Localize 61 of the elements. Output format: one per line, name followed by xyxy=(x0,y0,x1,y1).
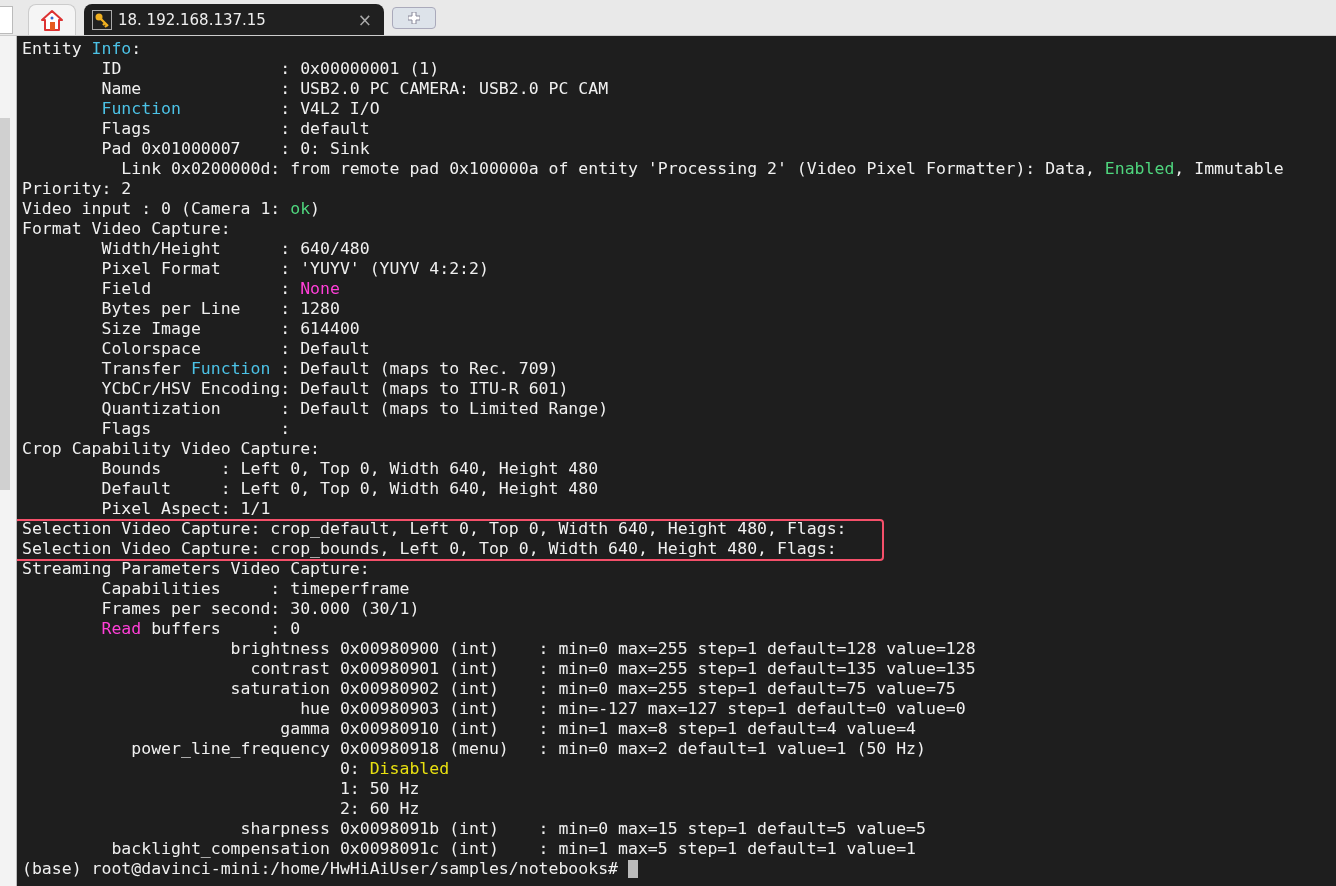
terminal-line: power_line_frequency 0x00980918 (menu) : min=0 max=2 default=1 value=1 (50 Hz) xyxy=(130,739,926,759)
terminal-line: Flags : xyxy=(100,419,291,439)
terminal-line: Transfer Function : Default (maps to Rec. 709) xyxy=(100,359,559,379)
close-icon[interactable]: × xyxy=(357,9,372,30)
scrollbar-thumb[interactable] xyxy=(0,118,10,490)
terminal-line: ID : 0x00000001 (1) xyxy=(100,59,440,79)
terminal-line: Priority: 2 xyxy=(22,179,132,199)
terminal-line: Name : USB2.0 PC CAMERA: USB2.0 PC CAM xyxy=(100,79,609,99)
terminal-line: Flags : default xyxy=(100,119,370,139)
key-icon xyxy=(92,9,112,30)
terminal-line: Field : None xyxy=(100,279,340,299)
text-field[interactable] xyxy=(0,6,13,34)
highlighted-word: Read xyxy=(101,619,142,638)
terminal-line: Function : V4L2 I/O xyxy=(100,99,380,119)
terminal-line: Link 0x0200000d: from remote pad 0x100000a of entity 'Processing 2' (Video Pixel Formatter): Data, Enabled, Immutable xyxy=(120,159,1284,179)
terminal-line: Pixel Format : 'YUYV' (YUYV 4:2:2) xyxy=(100,259,489,279)
cursor xyxy=(627,860,638,878)
terminal-line: Format Video Capture: xyxy=(22,219,231,239)
house-icon xyxy=(40,8,64,32)
terminal-line: Selection Video Capture: crop_default, Left 0, Top 0, Width 640, Height 480, Flags: xyxy=(22,519,847,539)
highlighted-word: ok xyxy=(290,199,311,218)
terminal-line: hue 0x00980903 (int) : min=-127 max=127 step=1 default=0 value=0 xyxy=(299,699,966,719)
new-tab-button[interactable] xyxy=(392,7,436,29)
highlighted-word: None xyxy=(300,279,340,298)
terminal-line: Bytes per Line : 1280 xyxy=(100,299,340,319)
terminal-line: Pixel Aspect: 1/1 xyxy=(100,499,271,519)
terminal-line: Crop Capability Video Capture: xyxy=(22,439,320,459)
highlighted-word: Function xyxy=(190,359,271,378)
tab-title: 18. 192.168.137.15 xyxy=(118,10,267,29)
plus-icon xyxy=(408,12,420,24)
terminal-line: contrast 0x00980901 (int) : min=0 max=255 step=1 default=135 value=135 xyxy=(249,659,976,679)
terminal-line: sharpness 0x0098091b (int) : min=0 max=15 step=1 default=5 value=5 xyxy=(239,819,926,839)
terminal-line: backlight_compensation 0x0098091c (int) : min=1 max=5 step=1 default=1 value=1 xyxy=(110,839,917,859)
terminal-line: saturation 0x00980902 (int) : min=0 max=255 step=1 default=75 value=75 xyxy=(229,679,956,699)
highlighted-word: Enabled xyxy=(1104,159,1175,178)
terminal-line: Read buffers : 0 xyxy=(100,619,301,639)
terminal-line: Size Image : 614400 xyxy=(100,319,360,339)
terminal-line: Video input : 0 (Camera 1: ok) xyxy=(22,199,321,219)
terminal-line: 2: 60 Hz xyxy=(338,799,420,819)
terminal-line: 1: 50 Hz xyxy=(338,779,420,799)
terminal-line: 0: Disabled xyxy=(338,759,450,779)
terminal-line: Quantization : Default (maps to Limited Range) xyxy=(100,399,609,419)
session-tab[interactable]: 18. 192.168.137.15 × xyxy=(84,4,384,35)
terminal-line: Streaming Parameters Video Capture: xyxy=(22,559,370,579)
terminal-line: Pad 0x01000007 : 0: Sink xyxy=(100,139,370,159)
highlighted-word: Info xyxy=(91,39,132,58)
terminal-line: Width/Height : 640/480 xyxy=(100,239,370,259)
shell-prompt: (base) root@davinci-mini:/home/HwHiAiUser/samples/notebooks# xyxy=(22,859,620,878)
terminal-line: Frames per second: 30.000 (30/1) xyxy=(100,599,420,619)
highlighted-word: Function xyxy=(101,99,181,118)
terminal-line: YCbCr/HSV Encoding: Default (maps to ITU-R 601) xyxy=(100,379,569,399)
terminal-line: Entity Info: xyxy=(22,39,142,59)
highlighted-word: Disabled xyxy=(369,759,450,778)
home-tab[interactable] xyxy=(28,4,76,35)
terminal-line: gamma 0x00980910 (int) : min=1 max=8 step=1 default=4 value=4 xyxy=(279,719,917,739)
terminal-line: Selection Video Capture: crop_bounds, Left 0, Top 0, Width 640, Height 480, Flags: xyxy=(22,539,837,559)
terminal-line: Default : Left 0, Top 0, Width 640, Height 480 xyxy=(100,479,599,499)
terminal-line: brightness 0x00980900 (int) : min=0 max=255 step=1 default=128 value=128 xyxy=(229,639,976,659)
terminal-line: Bounds : Left 0, Top 0, Width 640, Height 480 xyxy=(100,459,599,479)
terminal-line: Capabilities : timeperframe xyxy=(100,579,410,599)
terminal-line: Colorspace : Default xyxy=(100,339,370,359)
